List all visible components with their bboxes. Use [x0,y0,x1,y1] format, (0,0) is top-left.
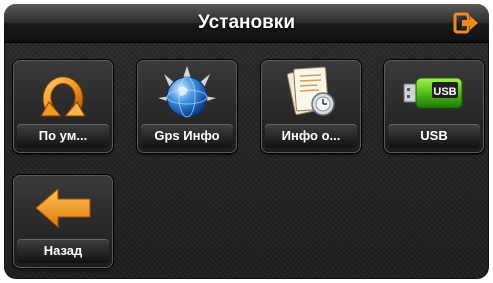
globe-satellite-icon [158,66,216,118]
settings-screen: Установки По ум... Gps Инфо Инфо о... US… [4,4,489,279]
title-bar: Установки [4,4,489,43]
tile-label: USB [388,124,480,148]
back-arrow-icon [35,187,91,229]
svg-text:USB: USB [433,86,456,98]
tile-default-settings[interactable]: По ум... [13,60,113,153]
tile-usb[interactable]: USB USB [384,60,484,153]
exit-button[interactable] [453,12,479,34]
tile-gps-info[interactable]: Gps Инфо [137,60,237,153]
tile-label: По ум... [17,124,109,148]
exit-icon [453,12,478,34]
page-title: Установки [197,12,295,33]
tile-back[interactable]: Назад [13,175,113,268]
usb-drive-icon: USB [403,77,463,109]
tile-label: Назад [17,239,109,263]
reset-arrow-icon [40,76,86,117]
document-info-icon [286,66,335,116]
tile-label: Инфо о... [265,124,357,148]
tile-label: Gps Инфо [141,124,233,148]
tile-info-about[interactable]: Инфо о... [261,60,361,153]
